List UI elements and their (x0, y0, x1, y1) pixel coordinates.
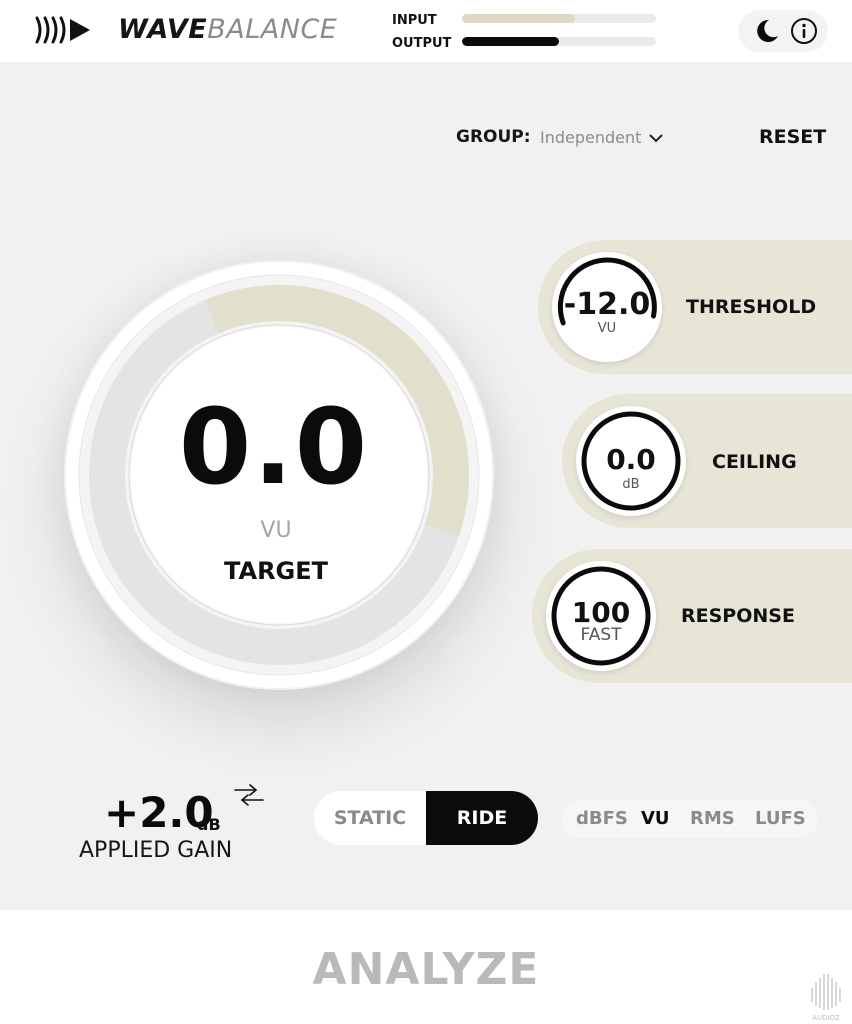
threshold-unit: VU (597, 321, 617, 336)
threshold-value: -12.0 (563, 287, 651, 322)
unit-option-lufs[interactable]: LUFS (755, 808, 806, 829)
input-meter (462, 14, 656, 23)
header-bar: WAVEBALANCE INPUT OUTPUT (0, 0, 852, 62)
response-knob[interactable]: 100 FAST (546, 561, 656, 671)
group-label: GROUP: (456, 127, 531, 147)
response-unit: FAST (580, 625, 622, 645)
wavebalance-logo-icon (35, 16, 90, 44)
threshold-knob[interactable]: -12.0 VU (552, 252, 662, 362)
ride-mode-button[interactable]: RIDE (426, 791, 538, 845)
response-value: 100 (571, 596, 631, 629)
chevron-down-icon[interactable] (648, 132, 664, 144)
input-meter-label: INPUT (392, 13, 437, 28)
reset-button[interactable]: RESET (759, 126, 826, 148)
static-mode-button[interactable]: STATIC (314, 791, 426, 845)
unit-option-dbfs[interactable]: dBFS (576, 808, 628, 829)
watermark-text: AUDIOZ (812, 1014, 840, 1022)
output-meter-label: OUTPUT (392, 36, 452, 51)
brand-light: BALANCE (207, 14, 338, 45)
applied-gain-unit: dB (197, 815, 221, 834)
brand-bold: WAVE (118, 14, 208, 45)
unit-option-vu[interactable]: VU (641, 808, 670, 829)
applied-gain-label: APPLIED GAIN (79, 838, 233, 863)
analyze-button[interactable]: ANALYZE (0, 944, 852, 995)
output-meter (462, 37, 656, 46)
footer-bar: ANALYZE AUDIOZ (0, 910, 852, 1024)
ceiling-value: 0.0 (606, 443, 656, 476)
target-unit: VU (260, 518, 292, 543)
moon-icon[interactable] (752, 17, 780, 45)
ceiling-unit: dB (622, 477, 640, 492)
unit-option-rms[interactable]: RMS (690, 808, 735, 829)
header-button-group (738, 10, 828, 52)
target-label: TARGET (223, 557, 329, 585)
target-value: 0.0 (178, 386, 370, 508)
app-title: WAVEBALANCE (118, 14, 337, 45)
info-icon[interactable] (790, 17, 818, 45)
mode-toggle: STATIC RIDE (314, 791, 538, 845)
response-label: RESPONSE (681, 605, 795, 627)
ceiling-knob[interactable]: 0.0 dB (576, 406, 686, 516)
audioz-watermark-logo: AUDIOZ (811, 974, 841, 1022)
input-meter-fill (462, 14, 575, 23)
meter-unit-selector: dBFS VU RMS LUFS (562, 800, 818, 838)
threshold-label: THRESHOLD (686, 296, 817, 318)
group-select[interactable]: Independent (540, 128, 641, 147)
ceiling-label: CEILING (712, 451, 797, 473)
swap-arrows-icon[interactable] (232, 782, 266, 808)
output-meter-fill (462, 37, 559, 46)
